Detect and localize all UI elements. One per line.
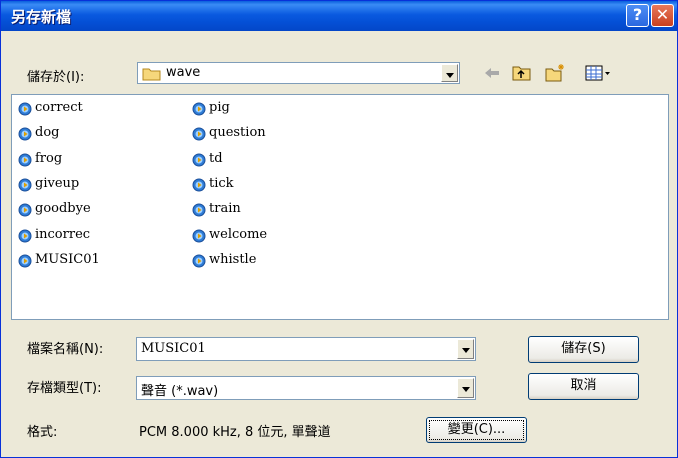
audio-file-icon <box>192 203 206 217</box>
file-name: giveup <box>35 175 80 191</box>
file-name: correct <box>35 100 83 115</box>
cancel-button[interactable]: 取消 <box>528 373 639 400</box>
file-name: MUSIC01 <box>35 251 100 267</box>
lookin-value: wave <box>166 65 201 80</box>
audio-file-icon <box>192 254 206 268</box>
list-item[interactable]: goodbye <box>18 200 168 220</box>
view-menu-icon[interactable] <box>585 63 611 83</box>
new-folder-icon[interactable] <box>544 63 566 83</box>
file-name: train <box>209 201 241 217</box>
format-label: 格式: <box>27 425 58 440</box>
list-item[interactable]: pig <box>192 99 342 119</box>
save-button[interactable]: 儲存(S) <box>528 336 639 363</box>
lookin-label: 儲存於(I): <box>27 70 85 85</box>
filetype-value: 聲音 (*.wav) <box>141 384 219 399</box>
filetype-combo[interactable]: 聲音 (*.wav) <box>136 376 476 400</box>
back-arrow-icon[interactable] <box>482 63 502 83</box>
format-value: PCM 8.000 kHz, 8 位元, 單聲道 <box>139 425 331 440</box>
file-name: dog <box>35 125 60 141</box>
close-button[interactable]: ✕ <box>651 4 674 27</box>
file-name: incorrec <box>35 226 91 242</box>
file-name: pig <box>209 100 230 115</box>
audio-file-icon <box>192 102 206 116</box>
list-item[interactable]: welcome <box>192 226 342 246</box>
lookin-combo[interactable]: wave <box>137 62 460 84</box>
filename-value: MUSIC01 <box>141 341 206 356</box>
filename-input[interactable]: MUSIC01 <box>136 337 476 361</box>
filename-dropdown-arrow[interactable] <box>457 339 474 359</box>
audio-file-icon <box>18 229 32 242</box>
audio-file-icon <box>18 153 32 167</box>
audio-file-icon <box>18 102 32 116</box>
list-item[interactable]: correct <box>18 99 168 119</box>
save-as-dialog: 另存新檔 ? ✕ 儲存於(I): wave correct dog frog give… <box>0 0 678 458</box>
audio-file-icon <box>18 127 32 141</box>
file-name: frog <box>35 150 63 166</box>
list-item[interactable]: incorrec <box>18 226 168 246</box>
audio-file-icon <box>192 127 206 141</box>
list-item[interactable]: MUSIC01 <box>18 251 168 271</box>
audio-file-icon <box>18 254 32 268</box>
file-name: question <box>209 125 266 141</box>
list-item[interactable]: train <box>192 200 342 220</box>
list-item[interactable]: dog <box>18 124 168 144</box>
filetype-label: 存檔類型(T): <box>27 381 102 396</box>
audio-file-icon <box>192 153 206 167</box>
list-item[interactable]: frog <box>18 150 168 170</box>
folder-icon <box>142 68 161 81</box>
help-button[interactable]: ? <box>626 4 649 27</box>
filename-label: 檔案名稱(N): <box>27 342 104 357</box>
file-name: welcome <box>209 226 268 242</box>
lookin-dropdown-arrow[interactable] <box>441 64 458 82</box>
audio-file-icon <box>192 178 206 192</box>
file-name: td <box>209 150 223 166</box>
file-name: whistle <box>209 251 257 267</box>
list-item[interactable]: td <box>192 150 342 170</box>
file-name: goodbye <box>35 201 91 217</box>
title-bar[interactable]: 另存新檔 ? ✕ <box>1 1 677 31</box>
list-item[interactable]: whistle <box>192 251 342 271</box>
list-item[interactable]: tick <box>192 175 342 195</box>
list-item[interactable]: question <box>192 124 342 144</box>
up-folder-icon[interactable] <box>511 63 533 83</box>
list-item[interactable]: giveup <box>18 175 168 195</box>
file-name: tick <box>209 175 234 191</box>
window-title: 另存新檔 <box>11 8 72 26</box>
audio-file-icon <box>18 178 32 192</box>
audio-file-icon <box>192 229 206 242</box>
filetype-dropdown-arrow[interactable] <box>457 378 474 398</box>
file-list[interactable]: correct dog frog giveup goodbye incorrec MUSIC… <box>11 94 669 320</box>
change-format-button[interactable]: 變更(C)... <box>426 417 527 443</box>
audio-file-icon <box>18 203 32 217</box>
